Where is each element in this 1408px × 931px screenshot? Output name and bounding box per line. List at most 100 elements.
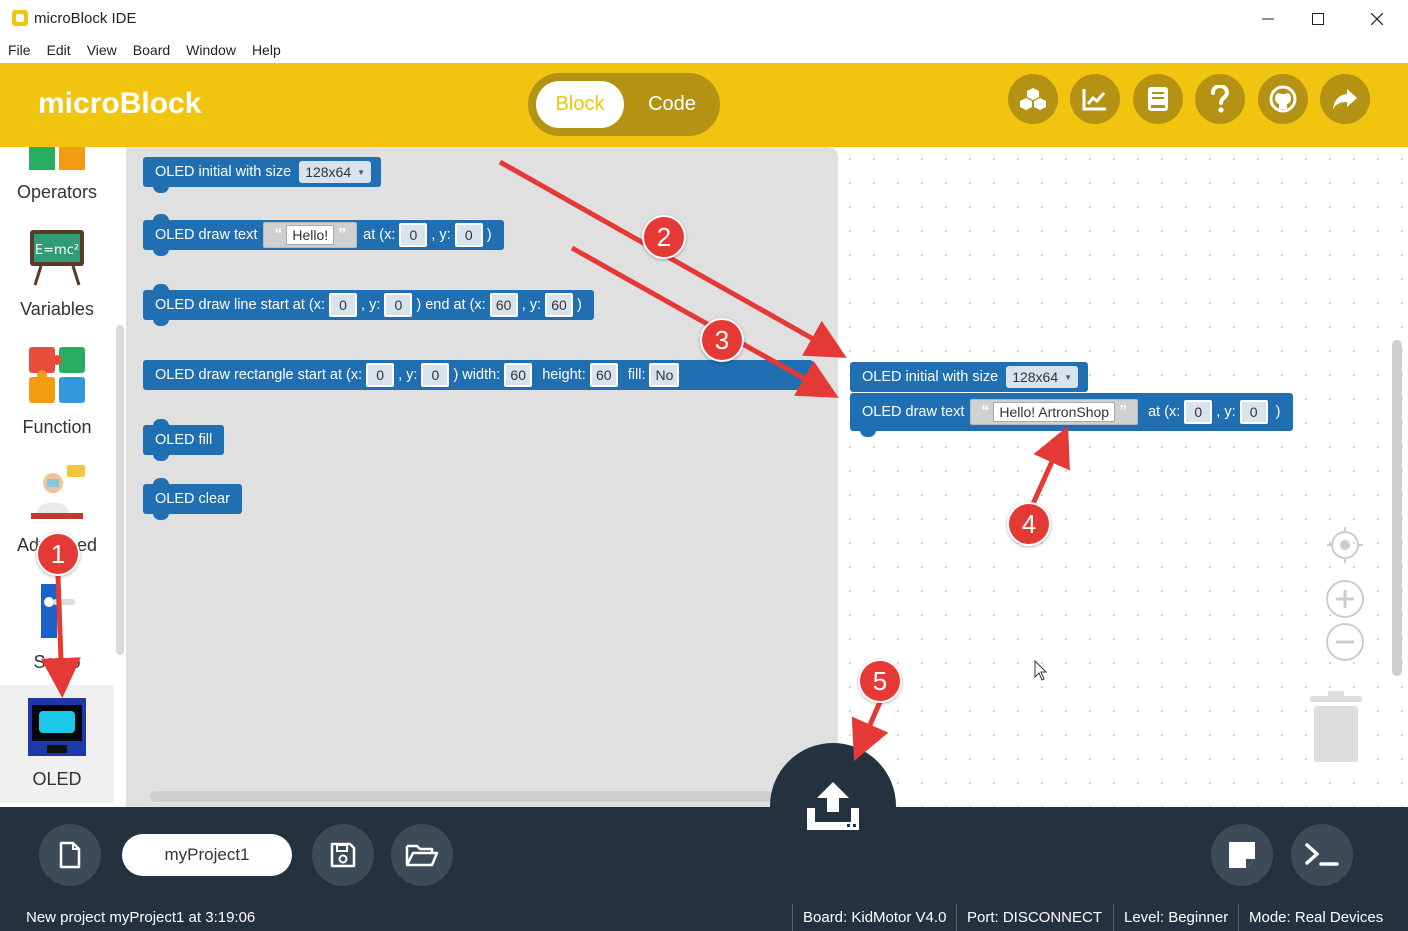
docs-button[interactable] — [1133, 74, 1183, 124]
flyout-oled-fill-block[interactable]: OLED fill — [143, 419, 225, 461]
github-button[interactable] — [1258, 74, 1308, 124]
x2-input[interactable]: 60 — [489, 293, 518, 317]
question-icon — [1211, 85, 1230, 113]
chart-line-icon — [1082, 89, 1106, 111]
notes-button[interactable] — [1211, 824, 1273, 886]
annotation-badge-4: 4 — [1007, 502, 1051, 546]
sticky-note-icon — [1229, 842, 1255, 868]
flyout-oled-initial-block[interactable]: OLED initial with size 128x64 ▼ — [143, 157, 382, 193]
cubes-icon — [1020, 88, 1046, 110]
flyout-oled-clear-block[interactable]: OLED clear — [143, 478, 242, 520]
status-port[interactable]: Port: DISCONNECT — [956, 904, 1102, 931]
open-folder-button[interactable] — [391, 824, 453, 886]
y2-input[interactable]: 60 — [545, 293, 574, 317]
status-board[interactable]: Board: KidMotor V4.0 — [792, 904, 946, 931]
size-dropdown[interactable]: 128x64 ▼ — [299, 161, 372, 183]
rect-y-input[interactable]: 0 — [421, 363, 450, 387]
new-file-button[interactable] — [39, 824, 101, 886]
zoom-out-icon — [1326, 623, 1364, 661]
file-icon — [59, 841, 81, 869]
mode-toggle: Block Code — [528, 73, 720, 136]
menu-view[interactable]: View — [79, 38, 125, 63]
upload-icon — [807, 782, 859, 830]
help-button[interactable] — [1195, 74, 1245, 124]
block-label: OLED draw line start at (x: — [155, 297, 326, 313]
menu-window[interactable]: Window — [178, 38, 244, 63]
save-icon — [330, 842, 356, 868]
fill-dropdown[interactable]: No — [649, 363, 680, 387]
upload-button[interactable] — [770, 743, 896, 869]
rect-x-input[interactable]: 0 — [366, 363, 395, 387]
zoom-out-button[interactable] — [1325, 622, 1365, 662]
block-label: , y: — [361, 297, 381, 313]
minimize-button[interactable] — [1245, 4, 1291, 34]
close-quote-icon: ” — [338, 226, 347, 243]
x-input[interactable]: 0 — [1184, 400, 1213, 424]
category-servo[interactable]: Servo — [0, 580, 114, 698]
bottom-toolbar: myProject1 — [0, 807, 1408, 904]
text-string-slot[interactable]: “Hello!” — [263, 222, 358, 248]
size-dropdown[interactable]: 128x64 ▼ — [1006, 366, 1079, 388]
block-label: OLED draw text — [862, 404, 965, 420]
extensions-button[interactable] — [1008, 74, 1058, 124]
text-value[interactable]: Hello! ArtronShop — [993, 402, 1116, 422]
project-name-field[interactable]: myProject1 — [122, 834, 292, 876]
share-button[interactable] — [1320, 74, 1370, 124]
x-input[interactable]: 0 — [399, 223, 428, 247]
terminal-icon — [1305, 843, 1339, 866]
menu-board[interactable]: Board — [125, 38, 178, 63]
flyout-oled-draw-text-block[interactable]: OLED draw text “Hello!” at (x: 0 , y: 0 … — [143, 214, 504, 256]
block-label: at (x: — [1148, 404, 1181, 420]
category-function[interactable]: Function — [0, 345, 114, 463]
block-label: , y: — [521, 297, 542, 313]
rect-height-input[interactable]: 60 — [589, 363, 618, 387]
category-label: Variables — [20, 299, 94, 319]
code-mode-button[interactable]: Code — [632, 81, 712, 128]
menu-help[interactable]: Help — [244, 38, 289, 63]
annotation-badge-5: 5 — [858, 659, 902, 703]
block-label: , y: — [1216, 404, 1236, 420]
x1-input[interactable]: 0 — [329, 293, 358, 317]
workspace-oled-initial-block[interactable]: OLED initial with size 128x64 ▼ — [850, 362, 1089, 392]
status-bar: New project myProject1 at 3:19:06 Board:… — [0, 904, 1408, 931]
block-label: ) — [1275, 404, 1281, 420]
flyout-oled-draw-line-block[interactable]: OLED draw line start at (x: 0 , y: 0 ) e… — [143, 284, 594, 326]
window-title: microBlock IDE — [34, 10, 137, 27]
close-button[interactable] — [1354, 4, 1400, 34]
rect-width-input[interactable]: 60 — [504, 363, 533, 387]
plotter-button[interactable] — [1070, 74, 1120, 124]
minimize-icon — [1262, 18, 1274, 20]
y-input[interactable]: 0 — [1239, 400, 1268, 424]
zoom-in-button[interactable] — [1325, 579, 1365, 619]
recenter-button[interactable] — [1325, 525, 1365, 565]
app-icon — [12, 10, 28, 26]
block-label: , y: — [431, 227, 451, 243]
y1-input[interactable]: 0 — [384, 293, 413, 317]
status-level[interactable]: Level: Beginner — [1113, 904, 1228, 931]
maximize-button[interactable] — [1295, 4, 1341, 34]
text-string-slot[interactable]: “Hello! ArtronShop” — [970, 399, 1139, 425]
status-message: New project myProject1 at 3:19:06 — [26, 909, 256, 926]
menu-edit[interactable]: Edit — [39, 38, 79, 63]
app-header: microBlock Block Code — [0, 63, 1408, 147]
category-operators[interactable]: Operators — [0, 147, 114, 230]
save-button[interactable] — [312, 824, 374, 886]
text-value[interactable]: Hello! — [286, 225, 335, 245]
workspace-vertical-scrollbar[interactable] — [1392, 340, 1402, 676]
block-label: OLED fill — [155, 432, 213, 448]
annotation-badge-1: 1 — [36, 532, 80, 576]
category-variables[interactable]: E=mc² Variables — [0, 227, 114, 345]
y-input[interactable]: 0 — [454, 223, 483, 247]
menu-file[interactable]: File — [0, 38, 39, 63]
status-mode[interactable]: Mode: Real Devices — [1238, 904, 1383, 931]
terminal-button[interactable] — [1291, 824, 1353, 886]
category-oled[interactable]: OLED — [0, 685, 114, 803]
block-mode-button[interactable]: Block — [536, 81, 624, 128]
caret-down-icon: ▼ — [357, 167, 366, 177]
sidebar-scrollbar[interactable] — [116, 325, 124, 655]
workspace-oled-draw-text-block[interactable]: OLED draw text “Hello! ArtronShop” at (x… — [850, 393, 1293, 437]
trash-button[interactable] — [1308, 690, 1364, 766]
block-label: OLED initial with size — [862, 369, 999, 385]
flyout-oled-draw-rectangle-block[interactable]: OLED draw rectangle start at (x: 0 , y: … — [143, 360, 813, 390]
block-label: OLED draw rectangle start at (x: — [155, 367, 363, 383]
